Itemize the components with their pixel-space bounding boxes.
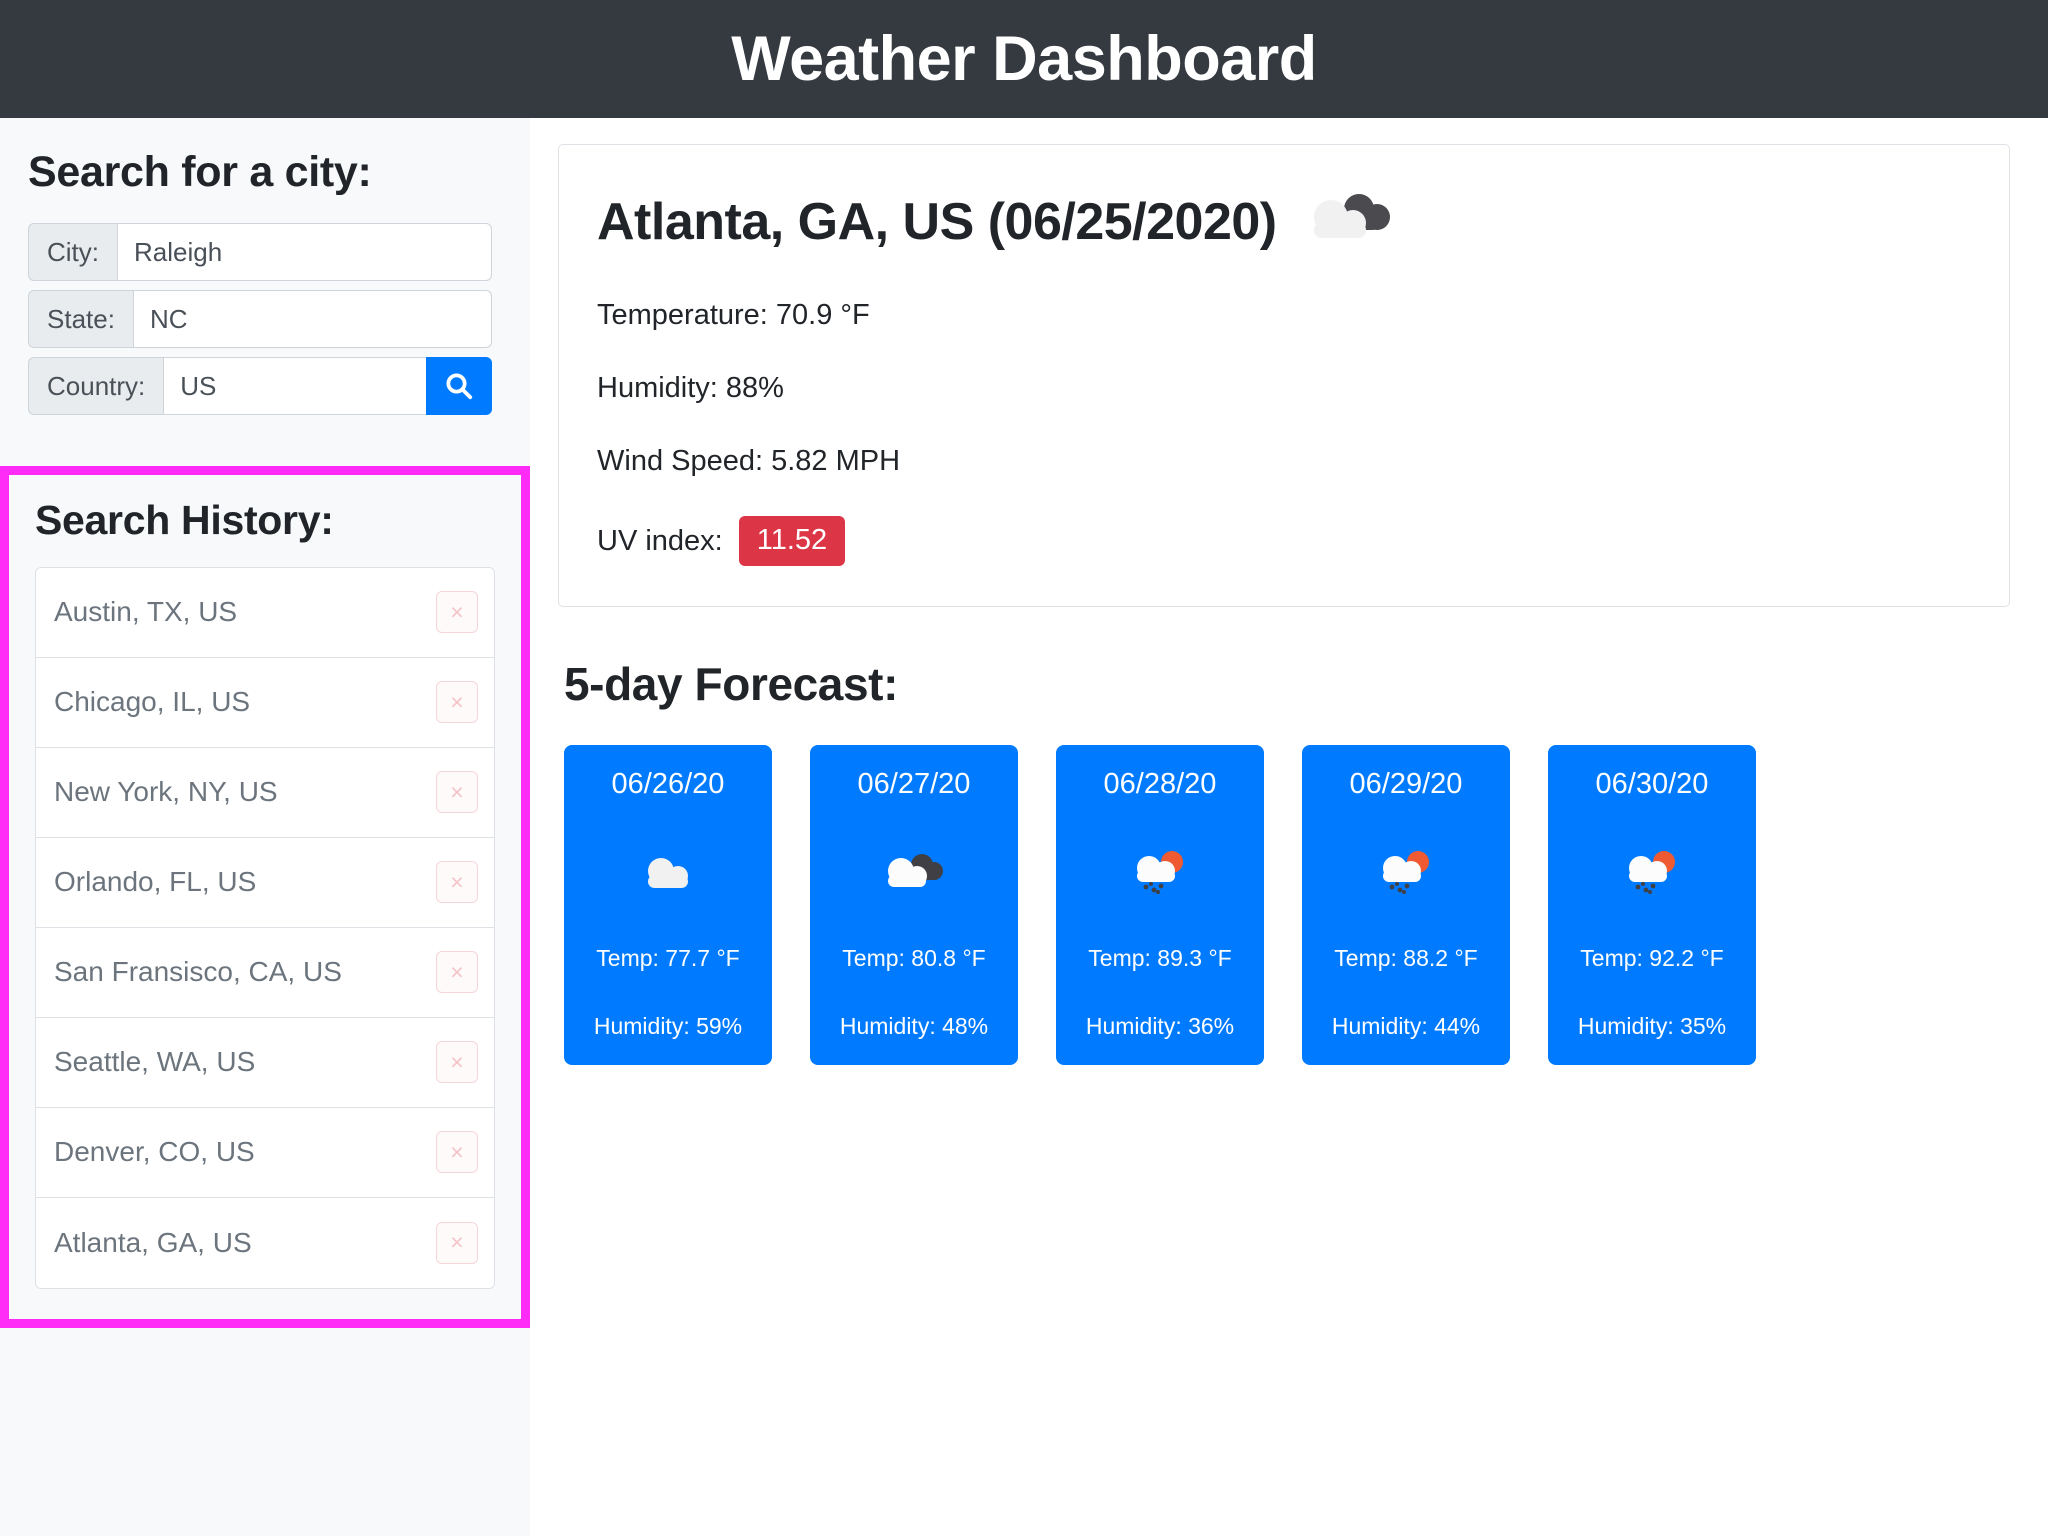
- close-icon[interactable]: ×: [436, 771, 478, 814]
- current-temperature: Temperature: 70.9 °F: [597, 299, 870, 331]
- forecast-date: 06/26/20: [611, 768, 725, 801]
- list-item[interactable]: Denver, CO, US ×: [36, 1107, 494, 1198]
- list-item[interactable]: San Fransisco, CA, US ×: [36, 927, 494, 1018]
- search-panel: Search for a city: City: State: Country:: [0, 118, 530, 467]
- broken-clouds-icon: [880, 844, 948, 902]
- city-label: City:: [28, 223, 117, 282]
- history-item-label: Orlando, FL, US: [54, 866, 257, 898]
- close-icon[interactable]: ×: [436, 591, 478, 634]
- history-item-label: Atlanta, GA, US: [54, 1226, 252, 1258]
- list-item[interactable]: New York, NY, US ×: [36, 747, 494, 838]
- list-item[interactable]: Atlanta, GA, US ×: [36, 1197, 494, 1288]
- state-input[interactable]: [132, 290, 492, 349]
- country-input[interactable]: [163, 357, 426, 416]
- sun-rain-cloud-icon: [1373, 844, 1439, 902]
- forecast-date: 06/28/20: [1103, 768, 1217, 801]
- search-heading: Search for a city:: [28, 148, 372, 196]
- country-input-row: Country:: [28, 357, 492, 416]
- uv-index-label: UV index:: [597, 524, 723, 557]
- cloud-icon: [637, 844, 699, 902]
- forecast-card: 06/26/20 Temp: 77.7 °F Humidity: 59%: [564, 745, 772, 1066]
- forecast-humidity: Humidity: 35%: [1577, 1012, 1727, 1039]
- close-icon[interactable]: ×: [436, 861, 478, 904]
- search-button[interactable]: [426, 357, 492, 416]
- forecast-card: 06/29/20 Temp: 88.2 °F Humidity: 44%: [1302, 745, 1510, 1066]
- close-icon[interactable]: ×: [436, 1221, 478, 1264]
- list-item[interactable]: Orlando, FL, US ×: [36, 837, 494, 928]
- forecast-humidity: Humidity: 36%: [1085, 1012, 1235, 1039]
- forecast-temp: Temp: 88.2 °F: [1334, 944, 1478, 971]
- forecast-temp: Temp: 80.8 °F: [842, 944, 986, 971]
- close-icon[interactable]: ×: [436, 681, 478, 724]
- country-label: Country:: [28, 357, 164, 416]
- page-title: Weather Dashboard: [731, 23, 1317, 94]
- forecast-date: 06/29/20: [1349, 768, 1463, 801]
- search-history-panel: Search History: Austin, TX, US × Chicago…: [9, 475, 521, 1319]
- main-content: Atlanta, GA, US (06/25/2020) Temperature…: [530, 118, 2048, 1066]
- forecast-card: 06/30/20 Temp: 92.2 °F Humidity: 35%: [1548, 745, 1756, 1066]
- status-badge: 11.52: [738, 516, 846, 567]
- close-icon[interactable]: ×: [436, 951, 478, 994]
- history-item-label: Denver, CO, US: [54, 1136, 255, 1168]
- history-item-label: Seattle, WA, US: [54, 1046, 256, 1078]
- search-history-list: Austin, TX, US × Chicago, IL, US × New Y…: [35, 566, 495, 1289]
- close-icon[interactable]: ×: [436, 1131, 478, 1174]
- current-wind-speed: Wind Speed: 5.82 MPH: [597, 444, 901, 477]
- current-city-title: Atlanta, GA, US (06/25/2020): [597, 192, 1277, 251]
- list-item[interactable]: Chicago, IL, US ×: [36, 657, 494, 748]
- forecast-humidity: Humidity: 48%: [839, 1012, 989, 1039]
- close-icon[interactable]: ×: [436, 1041, 478, 1084]
- forecast-date: 06/30/20: [1595, 768, 1709, 801]
- forecast-row: 06/26/20 Temp: 77.7 °F Humidity: 59% 06/…: [558, 745, 2010, 1066]
- search-icon: [444, 371, 474, 401]
- list-item[interactable]: Austin, TX, US ×: [36, 567, 494, 658]
- sun-rain-cloud-icon: [1127, 844, 1193, 902]
- state-label: State:: [28, 290, 133, 349]
- history-item-label: Chicago, IL, US: [54, 686, 251, 718]
- list-item[interactable]: Seattle, WA, US ×: [36, 1017, 494, 1108]
- current-title-row: Atlanta, GA, US (06/25/2020): [597, 189, 1971, 256]
- state-input-row: State:: [28, 290, 492, 349]
- current-uv-row: UV index: 11.52: [597, 516, 1971, 567]
- city-input[interactable]: [117, 223, 492, 282]
- forecast-date: 06/27/20: [857, 768, 971, 801]
- sun-rain-cloud-icon: [1619, 844, 1685, 902]
- forecast-card: 06/27/20 Temp: 80.8 °F Humidity: 48%: [810, 745, 1018, 1066]
- app-header: Weather Dashboard: [0, 0, 2048, 118]
- search-history-highlight: Search History: Austin, TX, US × Chicago…: [0, 466, 530, 1328]
- history-item-label: San Fransisco, CA, US: [54, 956, 342, 988]
- forecast-card: 06/28/20 Temp: 89.3 °F Humidity: 36%: [1056, 745, 1264, 1066]
- history-item-label: New York, NY, US: [54, 776, 278, 808]
- forecast-heading: 5-day Forecast:: [564, 658, 899, 711]
- forecast-temp: Temp: 92.2 °F: [1580, 944, 1724, 971]
- city-input-row: City:: [28, 223, 492, 282]
- forecast-humidity: Humidity: 59%: [593, 1012, 743, 1039]
- forecast-temp: Temp: 77.7 °F: [596, 944, 740, 971]
- history-item-label: Austin, TX, US: [54, 596, 238, 628]
- forecast-humidity: Humidity: 44%: [1331, 1012, 1481, 1039]
- broken-clouds-icon: [1303, 189, 1399, 256]
- sidebar: Search for a city: City: State: Country:: [0, 118, 530, 1536]
- current-weather-card: Atlanta, GA, US (06/25/2020) Temperature…: [558, 144, 2010, 608]
- search-history-heading: Search History:: [35, 497, 334, 544]
- forecast-temp: Temp: 89.3 °F: [1088, 944, 1232, 971]
- current-humidity: Humidity: 88%: [597, 371, 784, 404]
- app-body: Search for a city: City: State: Country:: [0, 118, 2048, 1536]
